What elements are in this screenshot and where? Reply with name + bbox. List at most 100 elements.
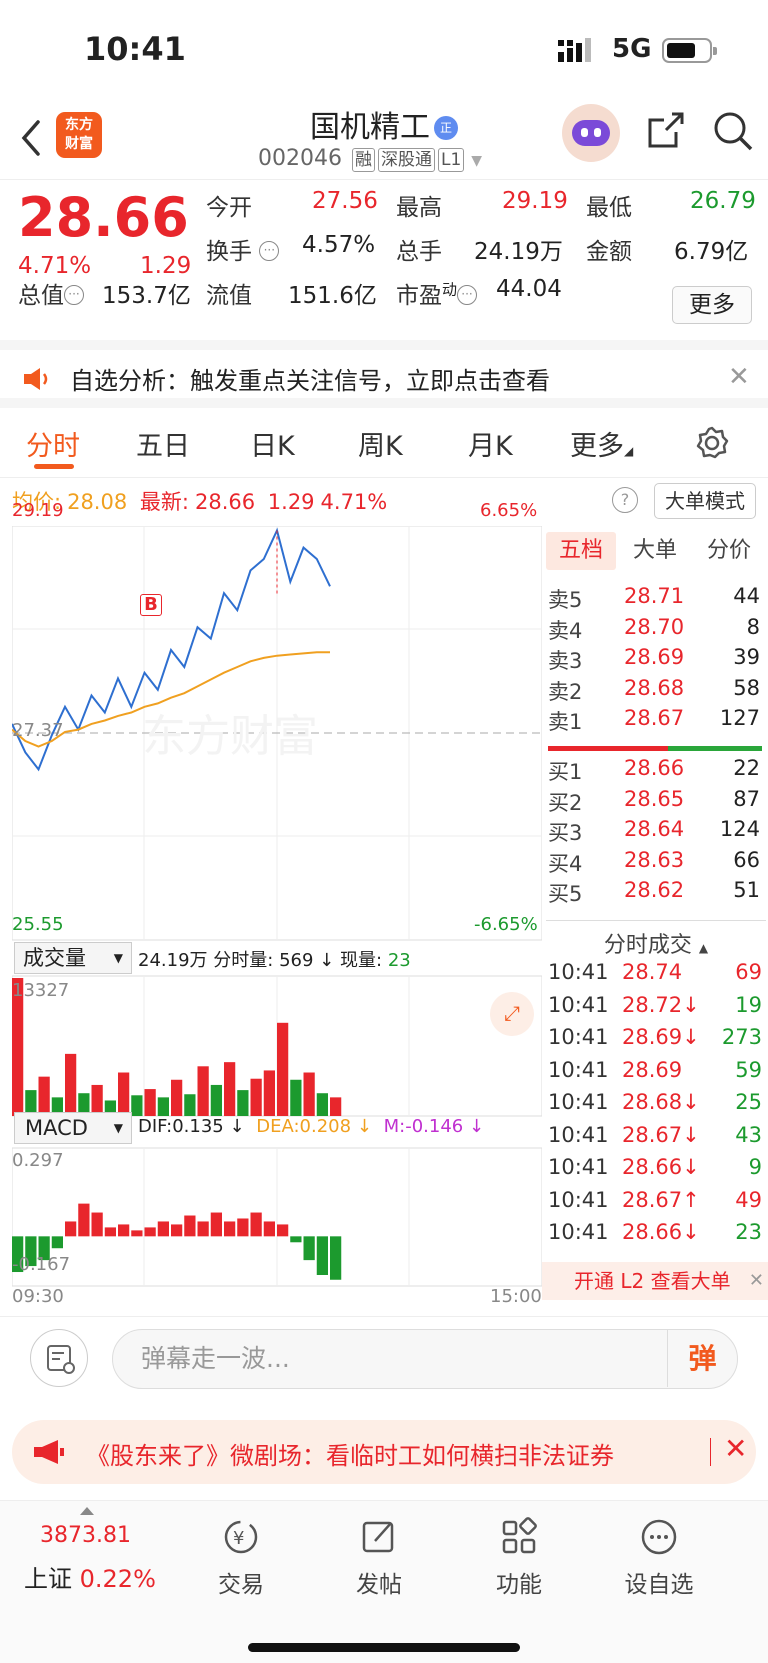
intraday-chart[interactable]: 东方财富 (12, 526, 542, 1306)
tab-daily-k[interactable]: 日K (250, 424, 295, 463)
bid-row[interactable]: 买1 28.66 22 (548, 756, 760, 788)
nav-add-watchlist[interactable]: 设自选 (614, 1517, 704, 1599)
nav-post[interactable]: 发帖 (334, 1517, 424, 1599)
ask-row[interactable]: 卖1 28.67 127 (548, 706, 760, 738)
help-icon[interactable]: ? (612, 487, 638, 513)
l2-upgrade-button[interactable]: 开通 L2 查看大单 ✕ (542, 1262, 768, 1300)
level-price: 28.62 (624, 878, 685, 902)
quote-high-value: 29.19 (502, 188, 568, 214)
volume-bar (330, 1097, 342, 1116)
danmaku-settings-icon[interactable] (30, 1329, 88, 1387)
trade-price: 28.67↓ (622, 1122, 700, 1147)
quote-turnover-value: 4.57% (302, 232, 376, 258)
divider (710, 1438, 711, 1466)
analysis-banner[interactable]: 自选分析：触发重点关注信号，立即点击查看 ✕ (0, 340, 768, 408)
info-icon[interactable]: ··· (64, 285, 84, 305)
quote-market-cap: 总值 ··· (18, 276, 84, 310)
nav-functions[interactable]: 功能 (474, 1517, 564, 1599)
trade-time: 10:41 (548, 1155, 609, 1179)
index-ticker[interactable]: 上证 0.22% (24, 1559, 156, 1594)
danmaku-input[interactable]: 弹幕走一波... 弹 (112, 1329, 738, 1389)
level-volume: 39 (733, 645, 760, 669)
speaker-icon (24, 368, 48, 390)
banner-text: 自选分析：触发重点关注信号，立即点击查看 (70, 367, 550, 395)
start-time: 09:30 (12, 1286, 64, 1307)
buy-marker[interactable]: B (140, 594, 162, 616)
close-icon[interactable]: ✕ (728, 362, 750, 392)
tick-trade-row: 10:41 28.67↑ 49 (548, 1188, 762, 1222)
gear-icon[interactable] (695, 426, 729, 460)
tab-big-orders[interactable]: 大单 (620, 532, 690, 570)
tab-weekly-k[interactable]: 周K (358, 424, 403, 463)
info-icon[interactable]: ··· (259, 241, 280, 261)
ask-row[interactable]: 卖4 28.70 8 (548, 615, 760, 647)
close-icon[interactable]: ✕ (724, 1432, 747, 1465)
tab-more[interactable]: 更多◢ (570, 424, 633, 463)
promo-banner[interactable]: 《股东来了》微剧场：看临时工如何横扫非法证券 ✕ (12, 1420, 756, 1484)
macd-bar (157, 1221, 169, 1237)
macd-dif: DIF:0.135 ↓ (138, 1116, 245, 1137)
bid-row[interactable]: 买2 28.65 87 (548, 787, 760, 819)
info-icon[interactable]: ··· (457, 285, 478, 305)
minute-volume-arrow: ↓ (319, 950, 335, 971)
network-type: 5G (612, 34, 652, 64)
bid-row[interactable]: 买4 28.63 66 (548, 848, 760, 880)
tag-margin: 融 (351, 148, 375, 172)
latest-label: 最新: (139, 490, 189, 514)
expand-up-icon[interactable] (80, 1507, 94, 1515)
index-value[interactable]: 3873.81 (40, 1523, 131, 1548)
macd-bar (91, 1212, 103, 1237)
volume-bar (157, 1097, 169, 1116)
expand-icon[interactable]: ⤢ (490, 992, 534, 1036)
ai-assistant-icon[interactable] (562, 104, 620, 162)
ask-row[interactable]: 卖3 28.69 39 (548, 645, 760, 677)
macd-dea: DEA:0.208 ↓ (256, 1116, 372, 1137)
share-icon[interactable] (646, 110, 686, 150)
dropdown-icon[interactable]: ▼ (471, 153, 482, 169)
tab-price-dist[interactable]: 分价 (694, 532, 764, 570)
bid-row[interactable]: 买3 28.64 124 (548, 817, 760, 849)
trade-price: 28.69 (622, 1057, 683, 1082)
more-quote-button[interactable]: 更多 (672, 286, 752, 324)
close-icon[interactable]: ✕ (749, 1262, 764, 1300)
danmaku-send-button[interactable]: 弹 (667, 1330, 737, 1387)
trade-volume: 25 (735, 1090, 762, 1114)
level-price: 28.70 (624, 614, 685, 639)
quote-panel: 28.66 4.71% 1.29 今开 27.56 最高 29.19 最低 26… (0, 180, 768, 340)
tick-trade-row: 10:41 28.66↓ 23 (548, 1220, 762, 1254)
ask-row[interactable]: 卖2 28.68 58 (548, 676, 760, 708)
stock-subtitle[interactable]: 002046 融深股通 L1 ▼ (258, 146, 482, 172)
minute-volume-label: 分时量: (213, 950, 274, 971)
trade-time: 10:41 (548, 1220, 609, 1244)
big-order-mode-button[interactable]: 大单模式 (654, 483, 756, 519)
promo-text: 《股东来了》微剧场：看临时工如何横扫非法证券 (86, 1442, 614, 1470)
trade-price: 28.69↓ (622, 1025, 700, 1049)
trade-volume: 23 (735, 1220, 762, 1244)
tab-intraday[interactable]: 分时 (26, 424, 80, 463)
level-label: 买2 (548, 790, 583, 815)
tab-five-day[interactable]: 五日 (136, 424, 190, 463)
tab-monthly-k[interactable]: 月K (468, 424, 513, 463)
latest-pct: 4.71% (320, 490, 388, 514)
battery-icon (662, 38, 717, 63)
tab-five-levels[interactable]: 五档 (546, 532, 616, 570)
search-icon[interactable] (712, 110, 754, 152)
volume-bar (316, 1093, 328, 1116)
macd-bar (330, 1236, 342, 1280)
macd-info: DIF:0.135 ↓ DEA:0.208 ↓ M:-0.146 ↓ (138, 1116, 484, 1137)
nav-trade[interactable]: ¥ 交易 (196, 1517, 286, 1599)
ask-row[interactable]: 卖5 28.71 44 (548, 584, 760, 616)
trade-time: 10:41 (548, 1057, 609, 1082)
bid-row[interactable]: 买5 28.62 51 (548, 878, 760, 910)
quote-open: 今开 (206, 195, 252, 221)
tick-trades-header[interactable]: 分时成交 ▲ (546, 920, 766, 959)
volume-bar (277, 1022, 289, 1116)
volume-bar (131, 1095, 143, 1116)
macd-selector[interactable]: MACD ▼ (14, 1112, 132, 1144)
quote-open-value: 27.56 (312, 188, 378, 214)
macd-bar (263, 1221, 275, 1237)
trade-price: 28.66↓ (622, 1220, 700, 1244)
volume-selector[interactable]: 成交量 ▼ (14, 942, 132, 974)
volume-bar (237, 1090, 249, 1116)
volume-bar (38, 1076, 50, 1116)
